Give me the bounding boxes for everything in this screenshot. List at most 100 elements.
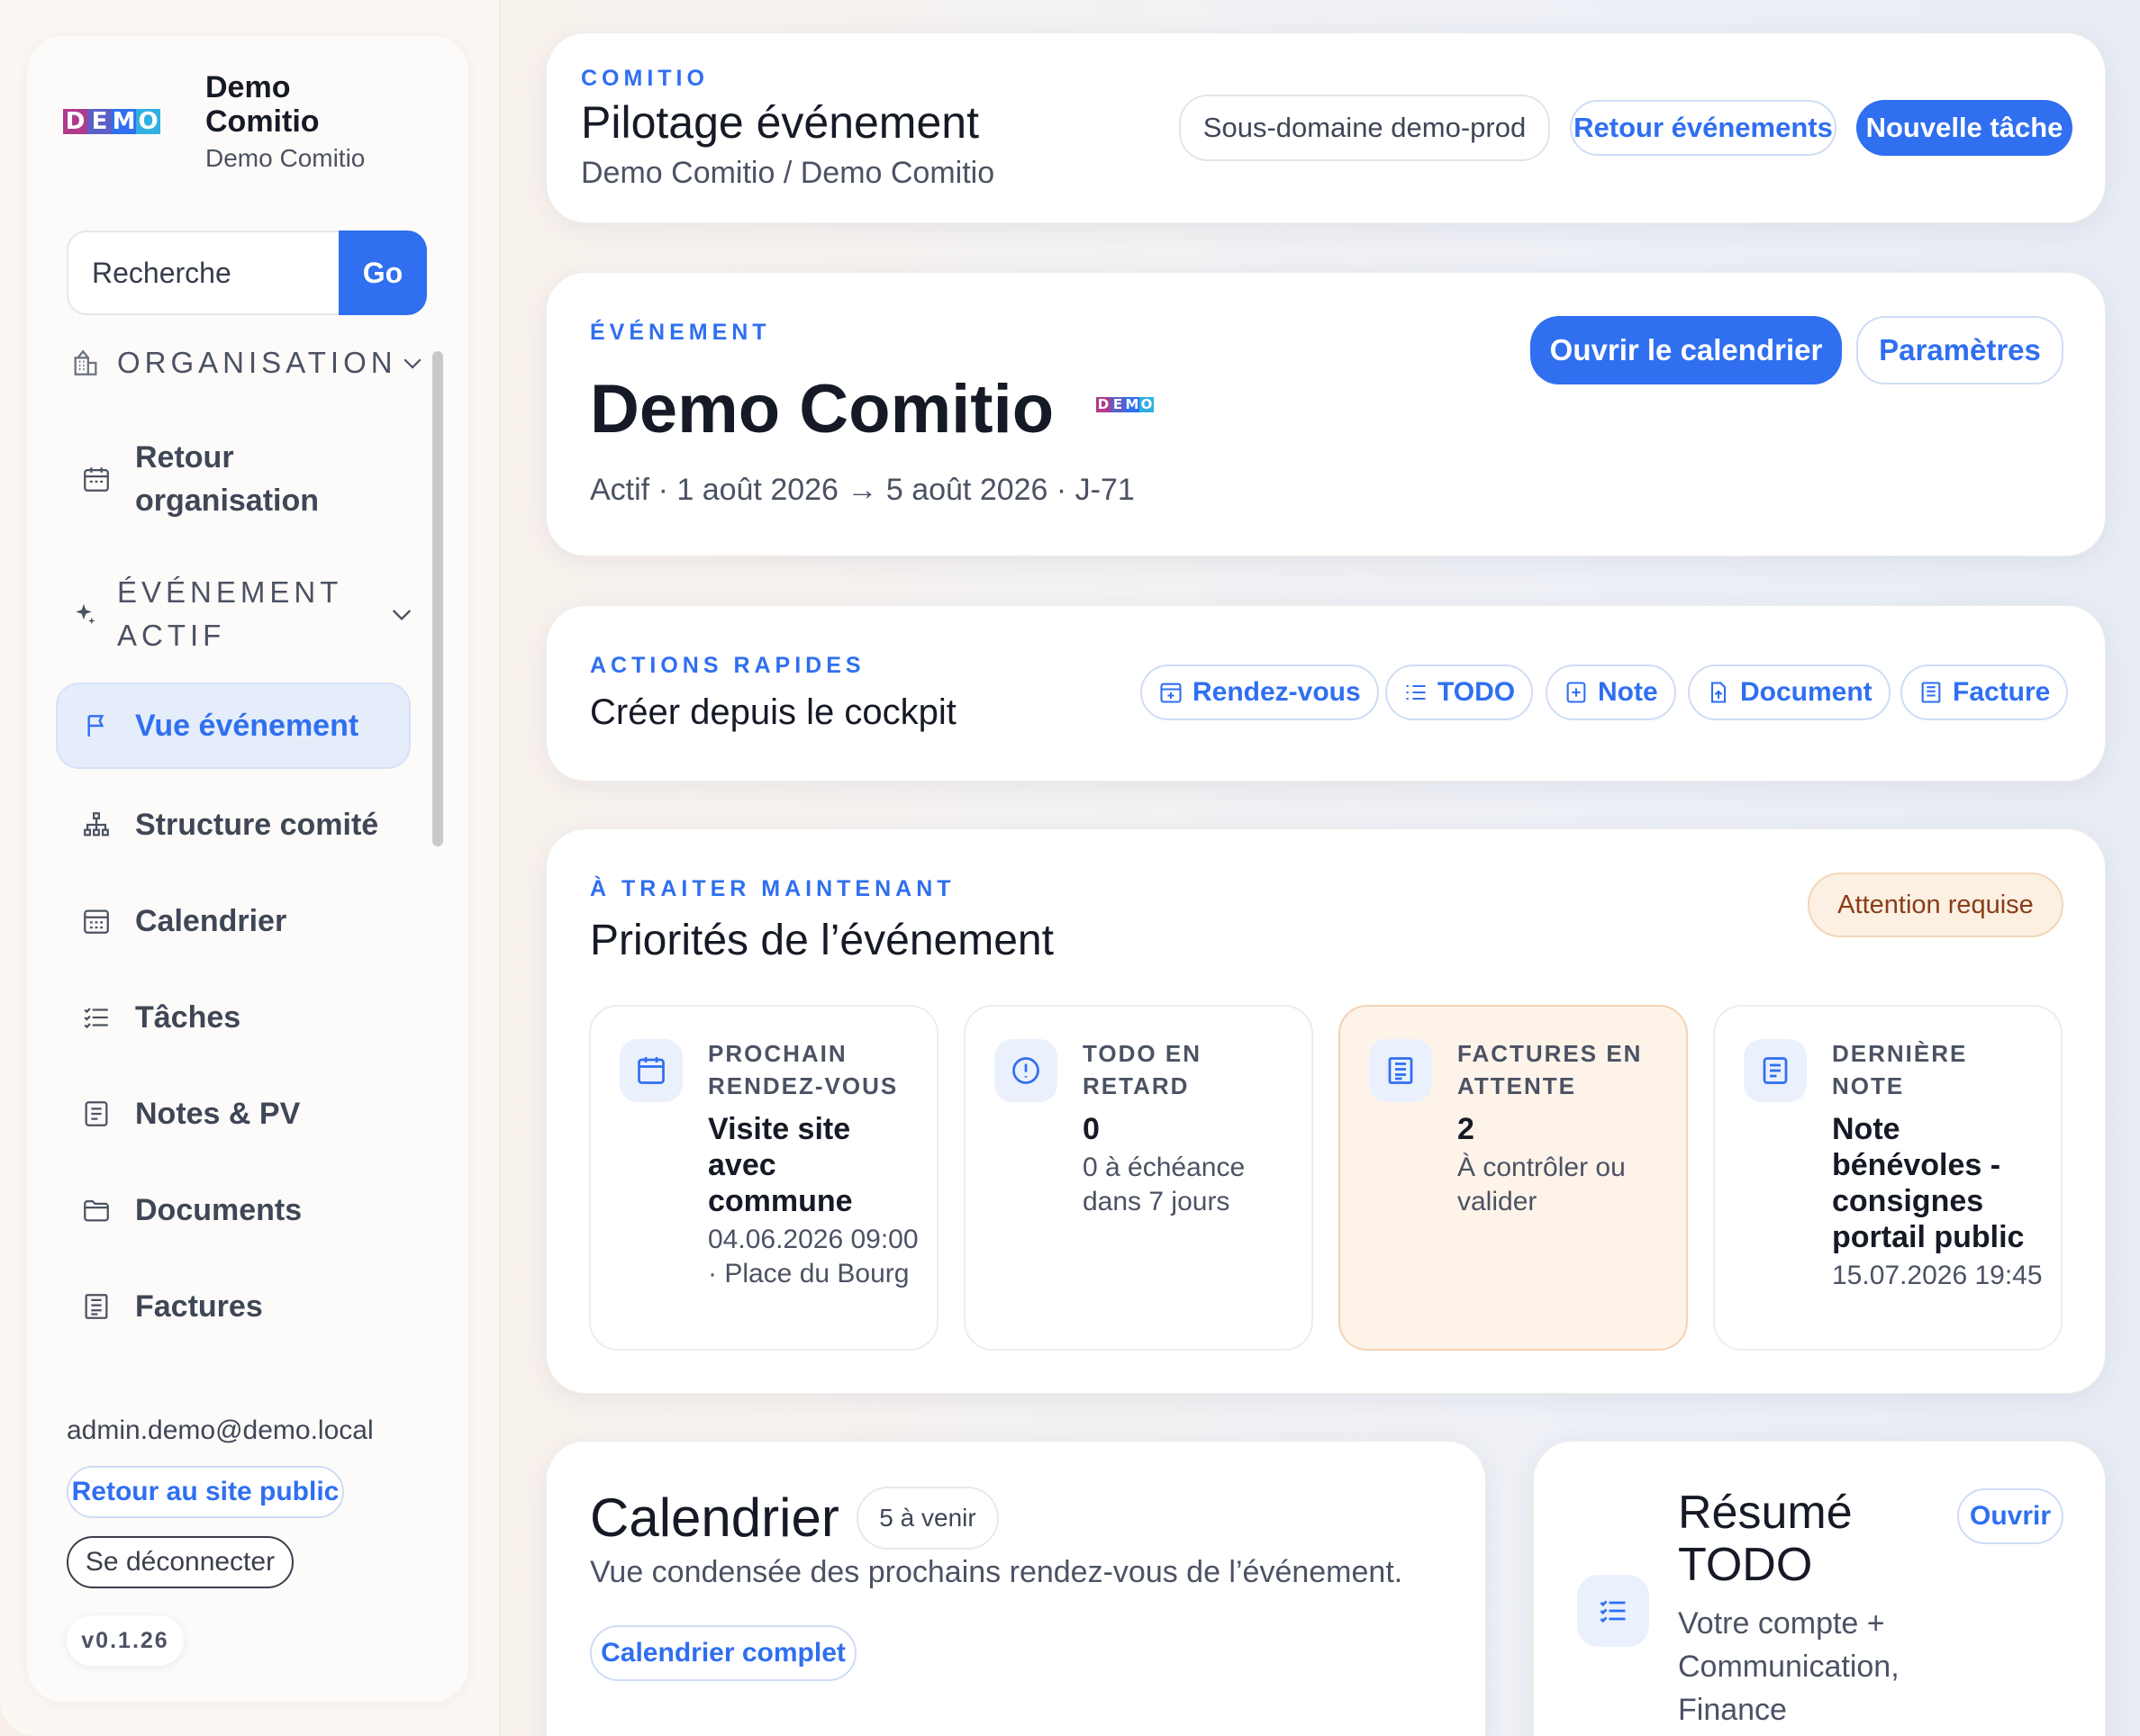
priority-value: Note bénévoles - consignes portail publi… xyxy=(1832,1112,2025,1254)
new-task-button[interactable]: Nouvelle tâche xyxy=(1856,100,2072,156)
todo-summary-card: Résumé TODO Ouvrir Votre compte + Commun… xyxy=(1533,1441,2106,1736)
event-name: Demo Comitio xyxy=(590,371,1055,448)
search-form: Recherche Go xyxy=(67,231,427,315)
priority-card-last-note[interactable]: DERNIÈRE NOTE Note bénévoles - consignes… xyxy=(1713,1005,2063,1351)
todo-summary-description: Votre compte + Communication, Finance xyxy=(1678,1606,1900,1727)
brand-title-2: Comitio xyxy=(205,104,320,139)
priority-label: DERNIÈRE NOTE xyxy=(1832,1040,1968,1099)
section-evenement-label: ÉVÉNEMENT xyxy=(117,575,343,609)
logo-letter: E xyxy=(87,109,112,134)
full-calendar-button[interactable]: Calendrier complet xyxy=(590,1625,857,1681)
logo-letter: O xyxy=(1139,396,1154,412)
sidebar-item-calendrier[interactable]: Calendrier xyxy=(56,878,411,964)
settings-button[interactable]: Paramètres xyxy=(1856,316,2063,384)
invoice-icon xyxy=(85,1294,108,1319)
breadcrumb: Demo Comitio / Demo Comitio xyxy=(581,156,995,190)
event-meta: Actif · 1 août 2026 → 5 août 2026 · J-71 xyxy=(590,473,1135,507)
chevron-down-icon xyxy=(393,610,412,621)
priority-sub: À contrôler ou valider xyxy=(1457,1153,1626,1216)
note-icon xyxy=(85,1101,108,1126)
sidebar-item-label-2: organisation xyxy=(135,484,320,518)
event-demo-logo: D E M O xyxy=(1096,397,1154,412)
quick-action-document[interactable]: Document xyxy=(1688,665,1891,720)
folder-icon xyxy=(84,1199,109,1222)
sidebar-item-factures[interactable]: Factures xyxy=(56,1263,411,1350)
open-todo-button[interactable]: Ouvrir xyxy=(1957,1488,2063,1544)
sidebar-item-structure-comite[interactable]: Structure comité xyxy=(56,782,411,868)
invoice-icon xyxy=(1369,1039,1432,1102)
note-plus-icon xyxy=(1566,682,1586,703)
back-events-button[interactable]: Retour événements xyxy=(1570,100,1836,156)
logout-button[interactable]: Se déconnecter xyxy=(67,1536,294,1588)
sparkle-icon xyxy=(76,603,95,625)
calendar-grid-icon xyxy=(84,909,109,934)
flag-icon xyxy=(87,715,104,737)
logo-letter: M xyxy=(112,108,136,135)
note-icon xyxy=(1744,1039,1807,1102)
todo-summary-title: Résumé TODO xyxy=(1678,1487,1853,1591)
quick-action-label: TODO xyxy=(1437,677,1516,707)
sidebar-item-taches[interactable]: Tâches xyxy=(56,974,411,1061)
priority-value: 0 xyxy=(1083,1112,1100,1146)
search-input[interactable]: Recherche xyxy=(67,231,339,315)
brand-title: Demo xyxy=(205,70,291,104)
upcoming-count-badge: 5 à venir xyxy=(857,1487,999,1550)
section-evenement-actif[interactable]: ÉVÉNEMENT ACTIF xyxy=(70,571,416,657)
priorities-title: Priorités de l’événement xyxy=(590,917,1054,964)
priority-label: FACTURES EN ATTENTE xyxy=(1457,1040,1643,1099)
quick-action-note[interactable]: Note xyxy=(1546,665,1676,720)
quick-action-label: Document xyxy=(1740,677,1872,707)
search-go-button[interactable]: Go xyxy=(339,231,427,315)
brand-subtitle: Demo Comitio xyxy=(205,144,366,172)
subdomain-chip[interactable]: Sous-domaine demo-prod xyxy=(1179,95,1550,161)
calendar-card: Calendrier 5 à venir Vue condensée des p… xyxy=(546,1441,1486,1736)
logo-letter: D xyxy=(63,109,87,134)
sidebar-item-vue-evenement[interactable]: Vue événement xyxy=(56,683,411,769)
quick-actions-title: Créer depuis le cockpit xyxy=(590,692,957,732)
sidebar-item-retour-organisation[interactable]: Retour organisation xyxy=(56,434,411,524)
priority-card-todo-late[interactable]: TODO EN RETARD 0 0 à échéance dans 7 jou… xyxy=(964,1005,1313,1351)
sidebar-item-notes[interactable]: Notes & PV xyxy=(56,1071,411,1157)
priority-card-next-meeting[interactable]: PROCHAIN RENDEZ-VOUS Visite site avec co… xyxy=(589,1005,939,1351)
brand[interactable]: D E M O Demo Comitio Demo Comitio xyxy=(63,70,365,173)
sidebar-item-label: Tâches xyxy=(135,999,241,1035)
priority-value: 2 xyxy=(1457,1112,1474,1146)
user-email: admin.demo@demo.local xyxy=(67,1415,374,1445)
section-organisation-label: ORGANISATION xyxy=(117,346,397,379)
sidebar-item-label: Factures xyxy=(135,1288,263,1324)
logo-letter: D xyxy=(1096,396,1111,412)
sidebar-scrollbar[interactable] xyxy=(432,351,443,846)
sidebar-item-documents[interactable]: Documents xyxy=(56,1167,411,1253)
open-calendar-button[interactable]: Ouvrir le calendrier xyxy=(1530,316,1842,384)
alert-circle-icon xyxy=(994,1039,1057,1102)
app-window: D E M O Demo Comitio Demo Comitio Recher… xyxy=(0,0,2140,1736)
sidebar: D E M O Demo Comitio Demo Comitio Recher… xyxy=(0,0,500,1736)
public-site-button[interactable]: Retour au site public xyxy=(67,1466,344,1518)
header-card: COMITIO Pilotage événement Demo Comitio … xyxy=(546,32,2106,223)
chevron-down-icon xyxy=(404,358,422,369)
sidebar-item-label: Calendrier xyxy=(135,903,287,938)
priority-sub: 15.07.2026 19:45 xyxy=(1832,1261,2043,1290)
section-organisation[interactable]: ORGANISATION xyxy=(70,346,426,380)
version-badge: v0.1.26 xyxy=(67,1615,184,1666)
quick-action-todo[interactable]: TODO xyxy=(1385,665,1534,720)
calendar-description: Vue condensée des prochains rendez-vous … xyxy=(590,1555,1403,1589)
sidebar-item-label: Retour xyxy=(135,440,234,475)
page-title: Pilotage événement xyxy=(581,97,979,148)
event-card: ÉVÉNEMENT Demo Comitio D E M O Actif · 1… xyxy=(546,272,2106,556)
quick-action-rendez-vous[interactable]: Rendez-vous xyxy=(1140,665,1379,720)
logo-letter: O xyxy=(136,109,160,134)
brand-text: Demo Comitio Demo Comitio xyxy=(205,70,365,173)
calendar-back-icon xyxy=(84,467,109,492)
checklist-icon xyxy=(84,1008,108,1029)
section-evenement-label-2: ACTIF xyxy=(117,619,226,652)
building-icon xyxy=(74,349,97,375)
org-tree-icon xyxy=(84,812,109,836)
calendar-plus-icon xyxy=(1160,683,1182,703)
priority-label: PROCHAIN RENDEZ-VOUS xyxy=(708,1040,899,1099)
quick-action-facture[interactable]: Facture xyxy=(1900,665,2069,720)
checklist-icon xyxy=(1406,684,1426,701)
priority-card-invoices[interactable]: FACTURES EN ATTENTE 2 À contrôler ou val… xyxy=(1338,1005,1688,1351)
sidebar-item-label: Documents xyxy=(135,1192,303,1227)
logo-letter: E xyxy=(1111,397,1125,412)
